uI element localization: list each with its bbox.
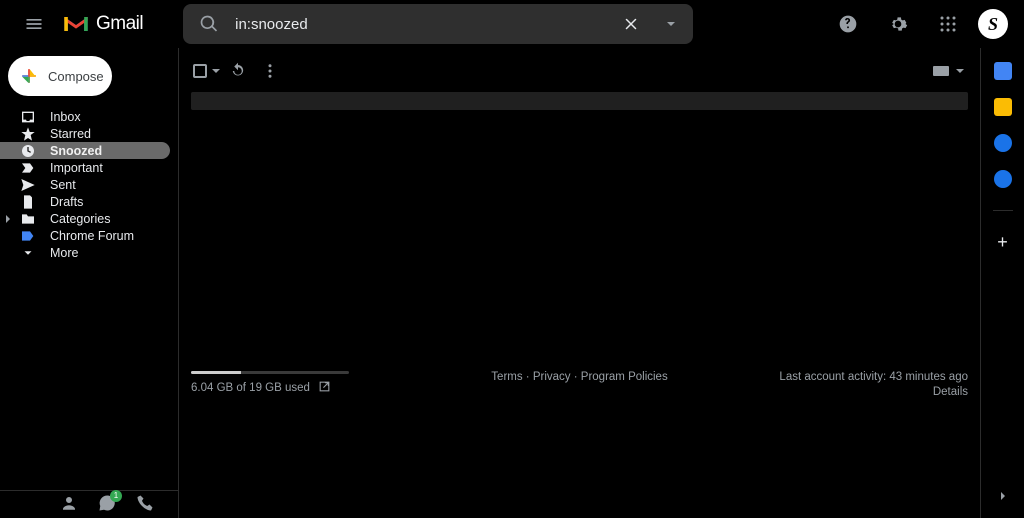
program-policies-link[interactable]: Program Policies — [581, 371, 668, 383]
search-input[interactable] — [233, 15, 609, 34]
sidebar-item-starred[interactable]: Starred — [0, 125, 170, 142]
folder-nav: Inbox Starred Snoozed Important Sent Dra… — [0, 108, 178, 261]
refresh-button[interactable] — [223, 56, 253, 86]
split-pane-toggle[interactable] — [929, 64, 968, 78]
empty-message-row — [191, 92, 968, 110]
sidebar-item-label: Important — [50, 161, 103, 175]
clock-icon — [20, 143, 36, 159]
compose-label: Compose — [48, 69, 104, 84]
compose-button[interactable]: Compose — [8, 56, 112, 96]
app-header: Gmail S — [0, 0, 1024, 48]
sidebar-item-drafts[interactable]: Drafts — [0, 193, 170, 210]
sidebar-item-inbox[interactable]: Inbox — [0, 108, 170, 125]
search-icon[interactable] — [191, 14, 227, 34]
activity-details-link[interactable]: Details — [708, 386, 968, 398]
list-toolbar — [179, 54, 980, 88]
plus-icon — [20, 67, 38, 85]
message-pane: 6.04 GB of 19 GB used Terms · Privacy · … — [178, 48, 980, 518]
sidebar-item-important[interactable]: Important — [0, 159, 170, 176]
get-addons-button[interactable]: + — [994, 233, 1012, 251]
label-icon — [20, 228, 36, 244]
search-options-button[interactable] — [653, 22, 685, 26]
sidebar-item-snoozed[interactable]: Snoozed — [0, 142, 170, 159]
hangouts-chat-icon[interactable]: 1 — [98, 494, 116, 512]
sidebar-item-label: Drafts — [50, 195, 83, 209]
inbox-icon — [20, 109, 36, 125]
contacts-app-icon[interactable] — [994, 170, 1012, 188]
support-button[interactable] — [828, 4, 868, 44]
chevron-down-icon — [20, 245, 36, 261]
privacy-link[interactable]: Privacy — [533, 371, 571, 383]
sidebar-item-label: Sent — [50, 178, 76, 192]
file-icon — [20, 194, 36, 210]
list-footer: 6.04 GB of 19 GB used Terms · Privacy · … — [191, 385, 968, 518]
collapse-side-panel-button[interactable] — [991, 484, 1015, 508]
tasks-app-icon[interactable] — [994, 134, 1012, 152]
rail-divider — [993, 210, 1013, 211]
search-bar[interactable] — [183, 4, 693, 44]
storage-bar — [191, 371, 349, 374]
main-menu-button[interactable] — [16, 6, 52, 42]
important-icon — [20, 160, 36, 176]
star-icon — [20, 126, 36, 142]
sidebar-item-chrome-forum[interactable]: Chrome Forum — [0, 227, 170, 244]
last-activity-text: Last account activity: 43 minutes ago — [708, 371, 968, 383]
gmail-logo[interactable]: Gmail — [62, 13, 143, 35]
sidebar-item-label: More — [50, 246, 78, 260]
google-apps-button[interactable] — [928, 4, 968, 44]
sidebar-item-categories[interactable]: Categories — [0, 210, 170, 227]
terms-link[interactable]: Terms — [491, 371, 522, 383]
send-icon — [20, 177, 36, 193]
sidebar-item-label: Snoozed — [50, 144, 102, 158]
hangouts-person-icon[interactable] — [60, 494, 78, 512]
clear-search-button[interactable] — [615, 15, 647, 33]
calendar-app-icon[interactable] — [994, 62, 1012, 80]
storage-text: 6.04 GB of 19 GB used — [191, 382, 310, 394]
sidebar-item-more[interactable]: More — [0, 244, 170, 261]
keep-app-icon[interactable] — [994, 98, 1012, 116]
sidebar-item-label: Starred — [50, 127, 91, 141]
more-actions-button[interactable] — [255, 56, 285, 86]
folder-icon — [20, 211, 36, 227]
sidebar: Compose Inbox Starred Snoozed Important … — [0, 48, 178, 518]
sidebar-item-label: Chrome Forum — [50, 229, 134, 243]
hangouts-bar: 1 — [0, 490, 178, 514]
avatar-initial: S — [988, 14, 998, 35]
sidebar-item-label: Inbox — [50, 110, 81, 124]
select-all-checkbox[interactable] — [191, 56, 221, 86]
hangouts-badge: 1 — [110, 490, 122, 502]
sidebar-item-sent[interactable]: Sent — [0, 176, 170, 193]
hangouts-phone-icon[interactable] — [136, 494, 154, 512]
product-name: Gmail — [96, 13, 143, 35]
gmail-m-icon — [62, 13, 90, 35]
split-pane-icon — [933, 66, 949, 76]
account-avatar[interactable]: S — [978, 9, 1008, 39]
manage-storage-link[interactable] — [318, 380, 331, 396]
settings-button[interactable] — [878, 4, 918, 44]
storage-fill — [191, 371, 241, 374]
sidebar-item-label: Categories — [50, 212, 110, 226]
side-panel: + — [980, 48, 1024, 518]
